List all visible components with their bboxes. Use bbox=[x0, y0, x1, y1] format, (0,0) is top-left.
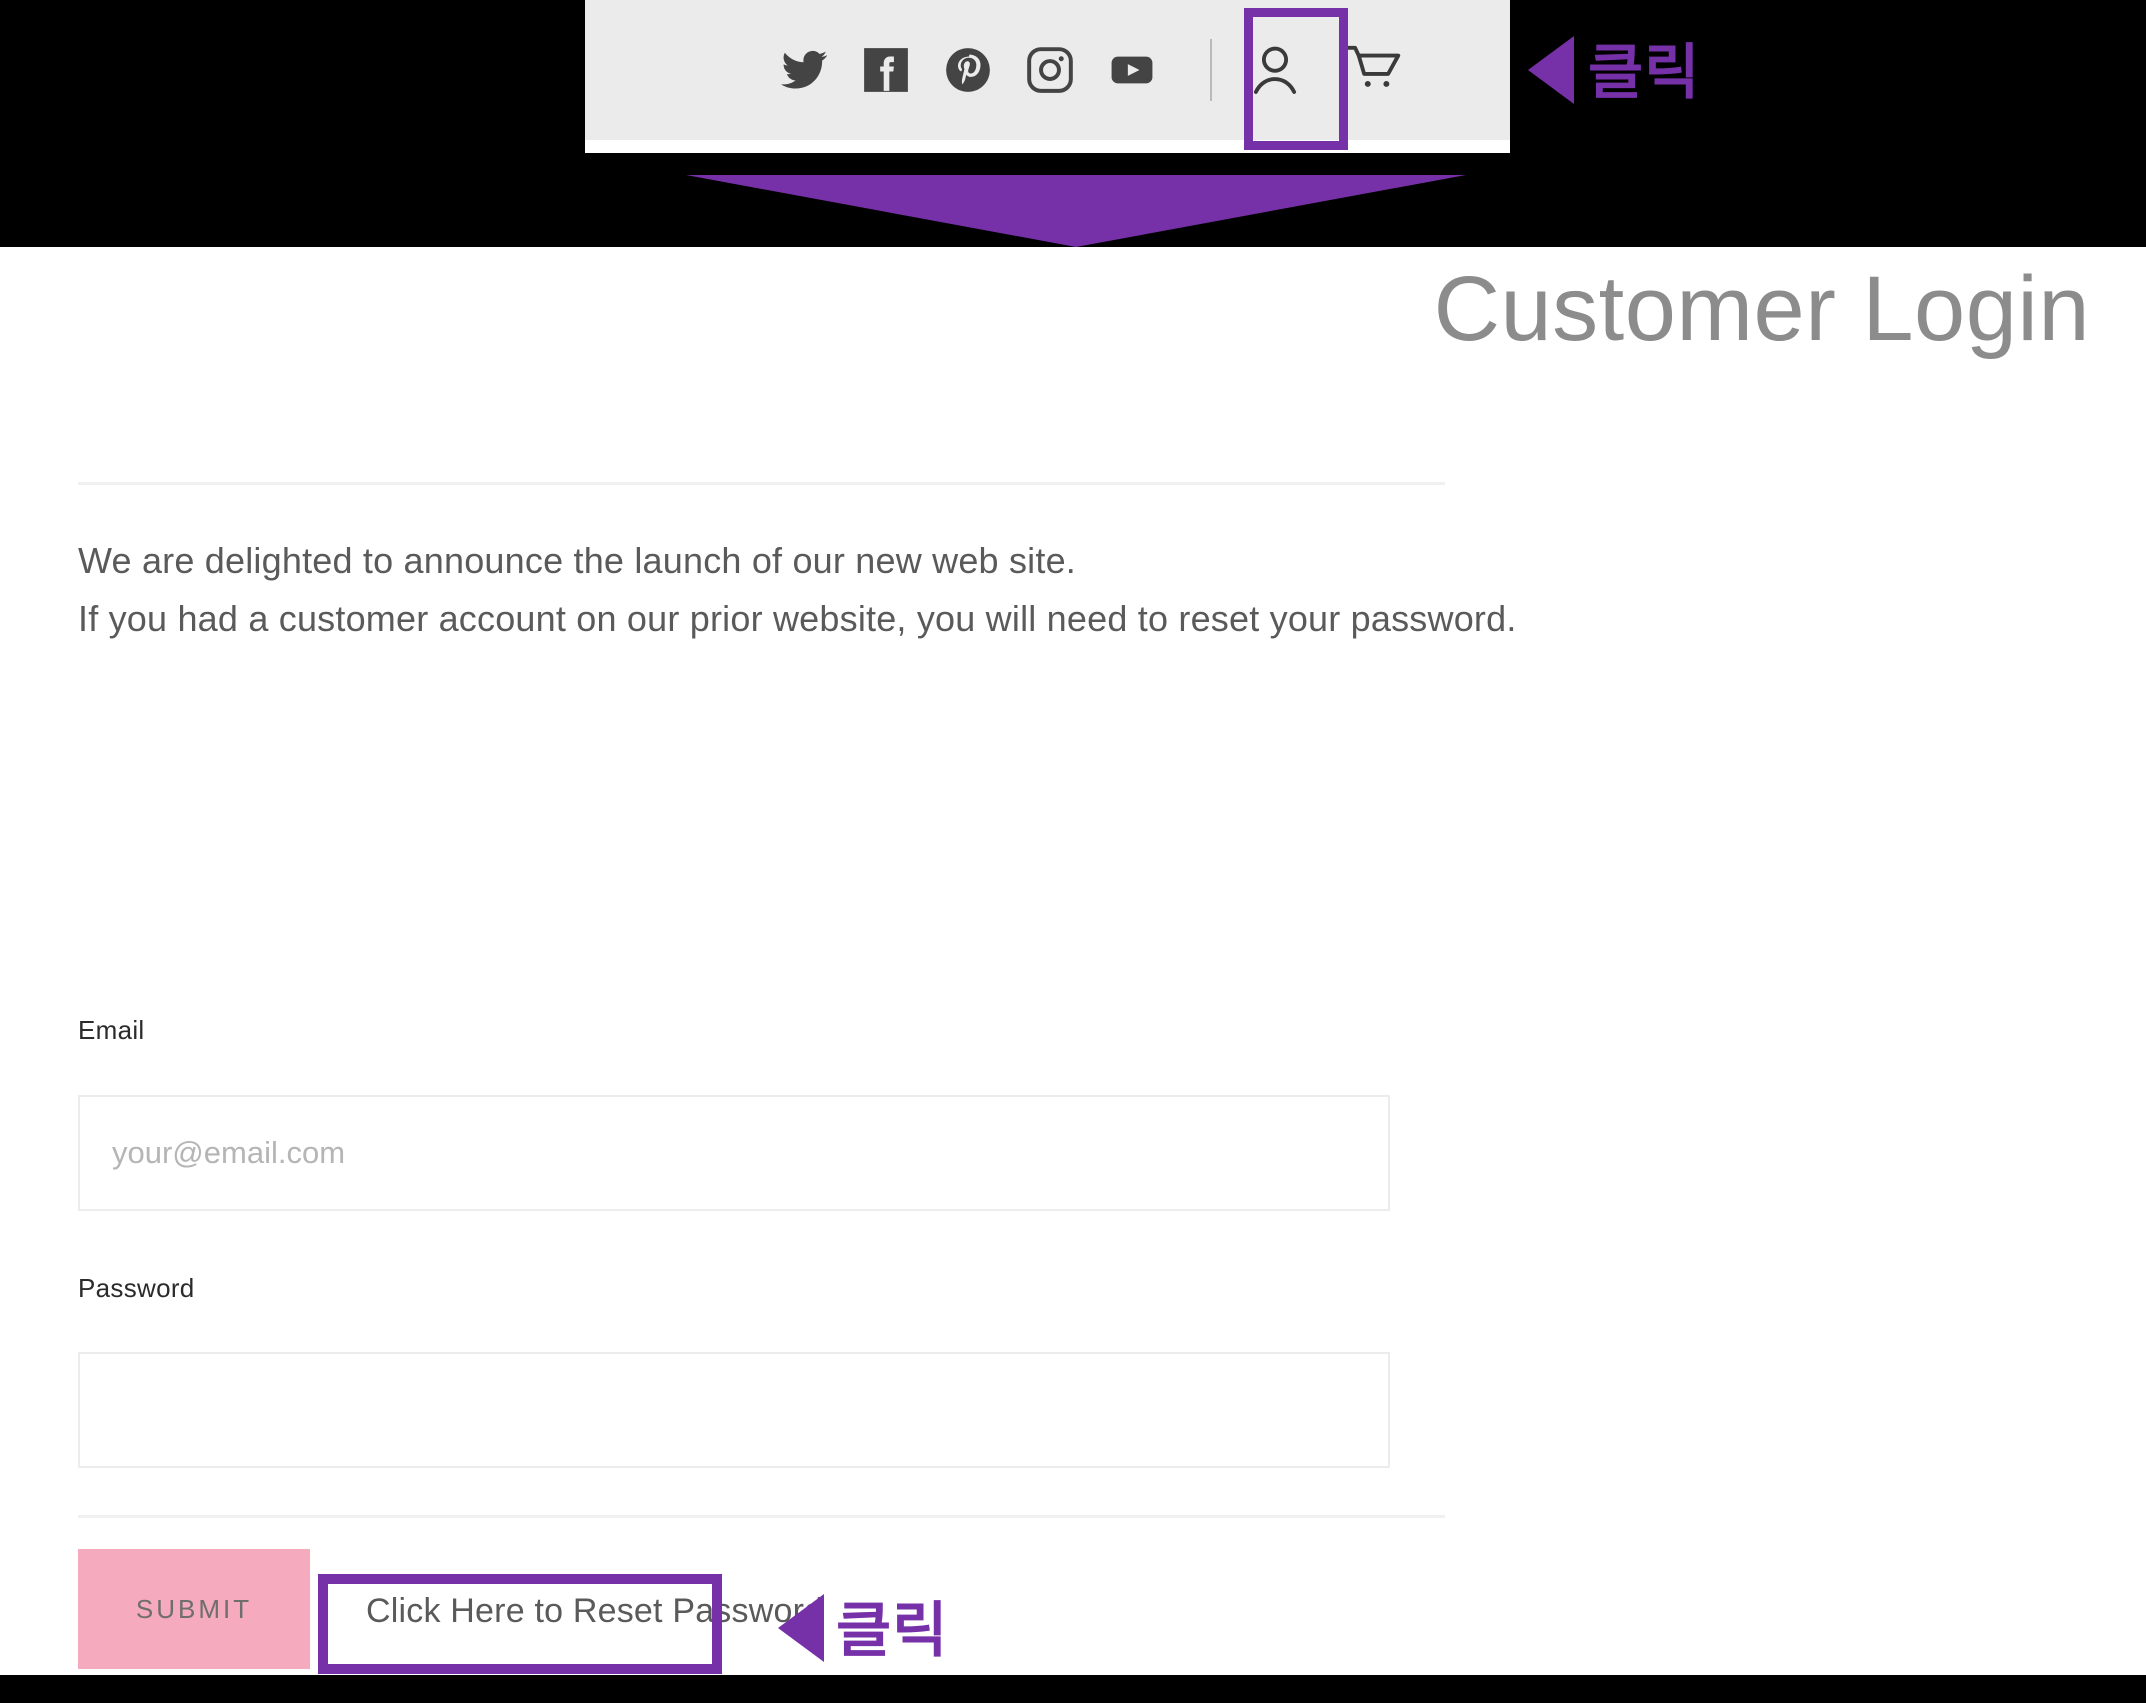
social-icon-group bbox=[778, 44, 1158, 96]
login-page: Customer Login We are delighted to annou… bbox=[0, 247, 2146, 1675]
instagram-icon[interactable] bbox=[1024, 44, 1076, 96]
pinterest-icon[interactable] bbox=[942, 44, 994, 96]
annotation-big-down-arrow bbox=[686, 175, 1466, 247]
facebook-icon[interactable] bbox=[860, 44, 912, 96]
annotation-arrow-bottom bbox=[778, 1594, 824, 1662]
page-title: Customer Login bbox=[1433, 258, 2090, 360]
toolbar-divider bbox=[1209, 39, 1212, 101]
reset-password-link[interactable]: Click Here to Reset Password bbox=[366, 1592, 823, 1631]
intro-line-1: We are delighted to announce the launch … bbox=[78, 540, 1076, 581]
email-input[interactable] bbox=[78, 1095, 1390, 1211]
backdrop-bottom-bar bbox=[0, 1675, 2146, 1703]
intro-text: We are delighted to announce the launch … bbox=[78, 532, 1517, 649]
divider-bottom bbox=[78, 1515, 1445, 1518]
utility-toolbar bbox=[585, 0, 1510, 140]
annotation-arrow-top bbox=[1528, 36, 1574, 104]
divider-top bbox=[78, 482, 1445, 485]
annotation-label-top: 클릭 bbox=[1588, 38, 1701, 108]
submit-button[interactable]: SUBMIT bbox=[78, 1549, 310, 1669]
twitter-icon[interactable] bbox=[778, 44, 830, 96]
email-label: Email bbox=[78, 1015, 145, 1045]
annotation-label-bottom: 클릭 bbox=[836, 1596, 949, 1666]
password-input[interactable] bbox=[78, 1352, 1390, 1468]
youtube-icon[interactable] bbox=[1106, 44, 1158, 96]
account-icon[interactable] bbox=[1232, 27, 1318, 113]
toolbar-underline-strip bbox=[585, 140, 1510, 153]
intro-line-2: If you had a customer account on our pri… bbox=[78, 598, 1517, 640]
screenshot-root: 클릭 Customer Login We are delighted to an… bbox=[0, 0, 2146, 1703]
password-label: Password bbox=[78, 1273, 195, 1303]
cart-icon[interactable] bbox=[1332, 27, 1418, 113]
